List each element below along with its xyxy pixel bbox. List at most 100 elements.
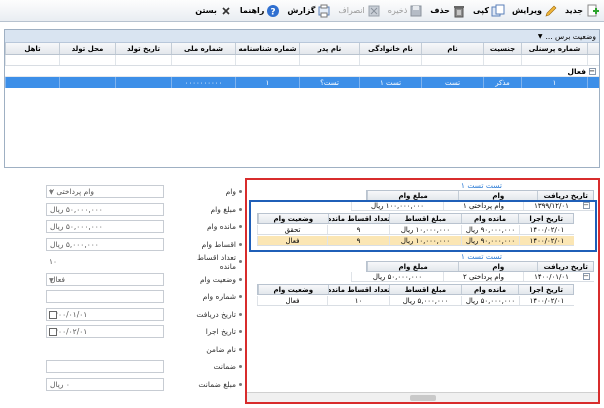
column-header[interactable]: نام خانوادگی [359, 43, 421, 54]
form-row-guarantee-amount: مبلغ ضمانت ۰ ریال [46, 376, 242, 394]
field-label: وام [225, 187, 236, 197]
guarantee-field[interactable] [46, 360, 164, 374]
column-header[interactable]: مبلغ وام [367, 262, 458, 271]
field-label: تاریخ اجرا [205, 327, 236, 337]
column-header[interactable]: وضعیت وام [257, 285, 328, 294]
count-field[interactable]: ۱۰ [46, 255, 164, 269]
report-button[interactable]: گزارش [286, 2, 332, 20]
scrollbar-thumb[interactable] [409, 394, 436, 401]
cell: فعال [257, 296, 327, 305]
column-header[interactable]: مبلغ اقساط [389, 285, 461, 294]
checkbox-icon[interactable] [49, 328, 57, 337]
column-header[interactable]: مانده وام [460, 285, 519, 294]
grid-header: شماره پرسنلی جنسیت نام نام خانوادگی نام … [5, 43, 599, 55]
receive-date-field[interactable]: ۱۴۰۰/۰۱/۰۱ [46, 307, 164, 321]
loan-select[interactable]: وام پرداختی ۲ ▼ [46, 185, 164, 199]
cell [5, 77, 59, 88]
cell: ۱۴۰۰/۰۲/۰۱ [519, 296, 574, 305]
column-header[interactable]: شماره پرسنلی [521, 43, 587, 54]
column-header[interactable]: تاهل [5, 43, 59, 54]
cancel-button[interactable]: انصراف [337, 2, 381, 20]
form-row-installment: اقساط وام ۵,۰۰۰,۰۰۰ ریال [46, 236, 242, 254]
save-label: ذخیره [387, 6, 408, 15]
edit-button[interactable]: ویرایش [511, 2, 559, 20]
form-row-status: وضعیت وام فعال ▼ [46, 271, 242, 289]
field-label: نام ضامن [206, 344, 236, 354]
group-row[interactable]: − فعال [5, 66, 599, 77]
column-header[interactable]: تاریخ دریافت [537, 262, 593, 271]
personnel-grid: وضعیت برس ... ▼ شماره پرسنلی جنسیت نام ن… [4, 29, 600, 168]
guarantor-field[interactable] [46, 342, 164, 356]
person-caption-2[interactable]: تست تست ۱ [461, 252, 502, 261]
help-button[interactable]: ? راهنما [239, 2, 282, 20]
column-header[interactable]: تاریخ اجرا [518, 285, 573, 294]
help-icon: ? [266, 4, 280, 18]
column-header[interactable]: جنسیت [483, 43, 521, 54]
toolbar: جدید ویرایش کپی حذف ذخیره انصراف گزارش ?… [0, 0, 604, 22]
form-row-guarantor: نام ضامن [46, 341, 242, 359]
column-header[interactable]: مبلغ وام [367, 191, 458, 200]
amount-field[interactable]: ۵۰,۰۰۰,۰۰۰ ریال [46, 202, 164, 216]
column-header[interactable]: وام [458, 191, 537, 200]
collapse-icon[interactable]: − [589, 67, 596, 75]
column-header[interactable]: نام پدر [299, 43, 359, 54]
field-label: مانده وام [207, 222, 236, 232]
collapse-icon[interactable]: − [583, 273, 590, 280]
column-header[interactable]: تعداد اقساط مانده [327, 285, 389, 294]
expand-cell: − [579, 272, 594, 281]
column-header[interactable]: وام [458, 262, 537, 271]
report-icon [317, 4, 331, 18]
bullet-icon [239, 190, 242, 194]
new-icon [585, 4, 599, 18]
cell: تست [421, 77, 483, 88]
field-label: اقساط وام [201, 239, 236, 249]
column-header[interactable]: تاریخ دریافت [537, 191, 593, 200]
form-row-remaining: مانده وام ۵۰,۰۰۰,۰۰۰ ریال [46, 218, 242, 236]
field-label: وضعیت وام [200, 274, 236, 284]
cell: ۱ [235, 77, 299, 88]
header-spacer [587, 43, 599, 54]
close-icon [219, 4, 233, 18]
installment-header-2: تاریخ اجرا مانده وام مبلغ اقساط تعداد اق… [257, 284, 574, 295]
grid-dropdown[interactable]: وضعیت برس ... ▼ [538, 32, 596, 41]
field-label: تعداد اقساط مانده [196, 252, 236, 271]
column-header[interactable]: شماره شناسنامه [235, 43, 299, 54]
cancel-label: انصراف [338, 6, 365, 15]
table-row[interactable]: ۱۴۰۰/۰۲/۰۱ ۵۰,۰۰۰,۰۰۰ ریال ۵,۰۰۰,۰۰۰ ریا… [257, 296, 574, 306]
bullet-icon [239, 365, 242, 369]
column-header[interactable]: شماره ملی [171, 43, 235, 54]
cell: ۵۰,۰۰۰,۰۰۰ ریال [461, 296, 519, 305]
cell: ۵,۰۰۰,۰۰۰ ریال [389, 296, 461, 305]
cell: ۱۴۰۰/۰۱/۰۱ [523, 272, 579, 281]
help-label: راهنما [239, 6, 265, 15]
save-button[interactable]: ذخیره [387, 2, 425, 20]
cell [115, 77, 171, 88]
copy-button[interactable]: کپی [472, 2, 506, 20]
loan-detail-panel: تست تست ۱ تاریخ دریافت وام مبلغ وام − ۱۳… [245, 178, 600, 404]
installment-field[interactable]: ۵,۰۰۰,۰۰۰ ریال [46, 237, 164, 251]
horizontal-scrollbar[interactable] [247, 392, 598, 402]
form-row-amount: مبلغ وام ۵۰,۰۰۰,۰۰۰ ریال [46, 201, 242, 219]
column-header[interactable]: تاریخ تولد [115, 43, 171, 54]
filter-row[interactable] [5, 55, 599, 66]
report-label: گزارش [287, 6, 316, 15]
cancel-icon [367, 4, 381, 18]
checkbox-icon[interactable] [49, 310, 57, 319]
bullet-icon [239, 330, 242, 334]
column-header[interactable]: نام [421, 43, 483, 54]
form-row-loan: وام وام پرداختی ۲ ▼ [46, 183, 242, 201]
status-select[interactable]: فعال ▼ [46, 272, 164, 286]
form-row-guarantee: ضمانت [46, 358, 242, 376]
guarantee-amount-field[interactable]: ۰ ریال [46, 377, 164, 391]
loan-row-2[interactable]: − ۱۴۰۰/۰۱/۰۱ وام پرداختی ۲ ۵۰,۰۰۰,۰۰۰ ری… [351, 272, 594, 282]
exec-date-field[interactable]: ۱۴۰۰/۰۲/۰۱ [46, 325, 164, 339]
loan-number-field[interactable] [46, 290, 164, 304]
person-caption-1[interactable]: تست تست ۱ [461, 181, 502, 190]
focused-group-frame [249, 200, 597, 252]
close-button[interactable]: بستن [194, 2, 234, 20]
new-button[interactable]: جدید [564, 2, 600, 20]
remaining-field[interactable]: ۵۰,۰۰۰,۰۰۰ ریال [46, 220, 164, 234]
table-row[interactable]: ۱ مذکر تست تست ۱ تست؟ ۱ ۰۰۰۰۰۰۰۰۰۰ [5, 77, 599, 88]
column-header[interactable]: محل تولد [59, 43, 115, 54]
delete-button[interactable]: حذف [429, 2, 467, 20]
